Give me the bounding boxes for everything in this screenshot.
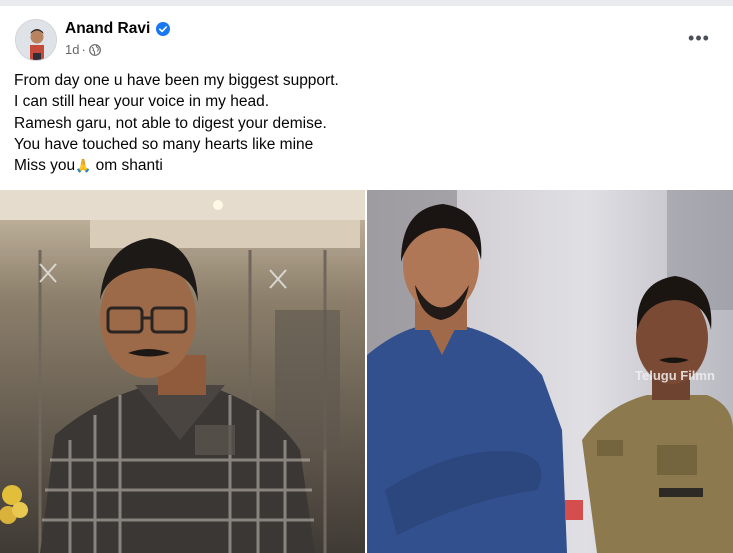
post-text-line: From day one u have been my biggest supp… <box>14 72 339 89</box>
photo-grid: Telugu Filmn <box>0 190 733 553</box>
om-shanti-text: om shanti <box>91 157 163 175</box>
miss-you-text: Miss you <box>14 157 76 175</box>
globe-icon <box>88 43 101 56</box>
praying-hands-emoji: 🙏 <box>75 158 92 174</box>
photo-right[interactable]: Telugu Filmn <box>367 190 733 553</box>
author-name[interactable]: Anand Ravi <box>65 20 150 38</box>
post-text-line: Ramesh garu, not able to digest your dem… <box>14 114 327 132</box>
verified-badge-icon <box>156 22 171 36</box>
post-header: Anand Ravi 1d · ••• <box>0 6 733 66</box>
watermark-text: Telugu Filmn <box>635 368 715 383</box>
movie-still-photo: Telugu Filmn <box>367 190 733 553</box>
post-text-line-last: Miss you🙏 om shanti <box>14 155 714 176</box>
man-in-checked-shirt-photo <box>0 190 365 553</box>
avatar-image <box>16 20 56 60</box>
more-options-button[interactable]: ••• <box>683 26 715 50</box>
photo-left[interactable] <box>0 190 365 553</box>
avatar[interactable] <box>15 19 57 61</box>
post-text-line: I can still hear your voice in my head. <box>14 93 270 111</box>
meta-separator: · <box>81 42 86 57</box>
post-text-line: You have touched so many hearts like min… <box>14 135 314 153</box>
post-timestamp[interactable]: 1d <box>65 42 79 57</box>
post-text: From day one u have been my biggest supp… <box>14 70 714 176</box>
